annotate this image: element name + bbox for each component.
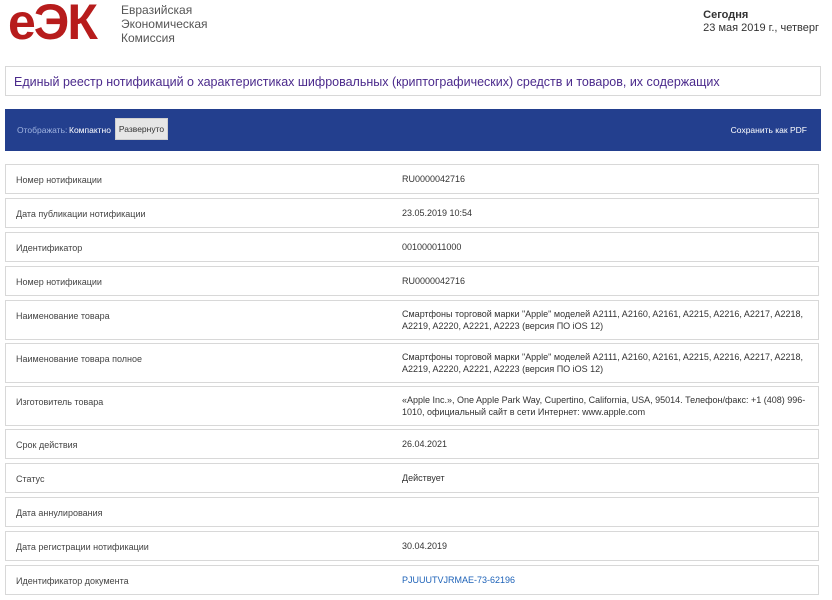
detail-label: Наименование товара (16, 311, 110, 321)
detail-row-publication-date: Дата публикации нотификации 23.05.2019 1… (5, 198, 819, 228)
detail-row-product-full-name: Наименование товара полное Смартфоны тор… (5, 343, 819, 383)
organization-name: Евразийская Экономическая Комиссия (121, 3, 208, 45)
detail-value: Действует (402, 473, 445, 483)
detail-value: 001000011000 (402, 242, 462, 252)
detail-row-validity-period: Срок действия 26.04.2021 (5, 429, 819, 459)
today-label: Сегодня (703, 9, 749, 21)
org-name-line-3: Комиссия (121, 31, 175, 45)
today-info: Сегодня 23 мая 2019 г., четверг (703, 9, 819, 35)
detail-row-registration-date: Дата регистрации нотификации 30.04.2019 (5, 531, 819, 561)
detail-label: Номер нотификации (16, 277, 102, 287)
registry-title-box: Единый реестр нотификаций о характеристи… (5, 66, 821, 96)
detail-label: Дата аннулирования (16, 508, 103, 518)
detail-value: 23.05.2019 10:54 (402, 208, 473, 218)
detail-row-product-name: Наименование товара Смартфоны торговой м… (5, 300, 819, 340)
detail-row-status: Статус Действует (5, 463, 819, 493)
document-identifier-link[interactable]: PJUUUTVJRMAE-73-62196 (402, 575, 812, 587)
detail-value: RU0000042716 (402, 174, 466, 184)
detail-value: Смартфоны торговой марки "Apple" моделей… (402, 309, 803, 331)
detail-row-manufacturer: Изготовитель товара «Apple Inc.», One Ap… (5, 386, 819, 426)
detail-row-identifier: Идентификатор 001000011000 (5, 232, 819, 262)
display-toolbar: Отображать: Компактно Развернуто Сохрани… (5, 109, 821, 151)
detail-row-notification-number-2: Номер нотификации RU0000042716 (5, 266, 819, 296)
page-title: Единый реестр нотификаций о характеристи… (14, 75, 720, 89)
detail-value: 30.04.2019 (402, 541, 448, 551)
detail-label: Статус (16, 474, 45, 484)
today-date: 23 мая 2019 г., четверг (703, 22, 819, 34)
save-pdf-link[interactable]: Сохранить как PDF (731, 125, 807, 135)
detail-label: Дата публикации нотификации (16, 209, 146, 219)
org-name-line-2: Экономическая (121, 17, 208, 31)
detail-label: Идентификатор (16, 243, 83, 253)
detail-value: «Apple Inc.», One Apple Park Way, Cupert… (402, 395, 806, 417)
org-name-line-1: Евразийская (121, 3, 193, 17)
detail-value: Смартфоны торговой марки "Apple" моделей… (402, 352, 803, 374)
compact-view-button[interactable]: Компактно (69, 125, 111, 135)
detail-label: Номер нотификации (16, 175, 102, 185)
detail-value: RU0000042716 (402, 276, 466, 286)
eec-logo[interactable]: еЭК (8, 0, 98, 47)
detail-value: 26.04.2021 (402, 439, 448, 449)
detail-label: Наименование товара полное (16, 354, 143, 364)
detail-row-document-identifier: Идентификатор документа PJUUUTVJRMAE-73-… (5, 565, 819, 595)
display-mode-label: Отображать: (17, 125, 68, 135)
detail-label: Изготовитель товара (16, 397, 104, 407)
expanded-view-button[interactable]: Развернуто (115, 118, 168, 140)
detail-row-annulment-date: Дата аннулирования (5, 497, 819, 527)
detail-label: Идентификатор документа (16, 576, 129, 586)
detail-label: Срок действия (16, 440, 78, 450)
page-header: еЭК Евразийская Экономическая Комиссия С… (0, 0, 832, 56)
detail-row-notification-number: Номер нотификации RU0000042716 (5, 164, 819, 194)
detail-label: Дата регистрации нотификации (16, 542, 149, 552)
